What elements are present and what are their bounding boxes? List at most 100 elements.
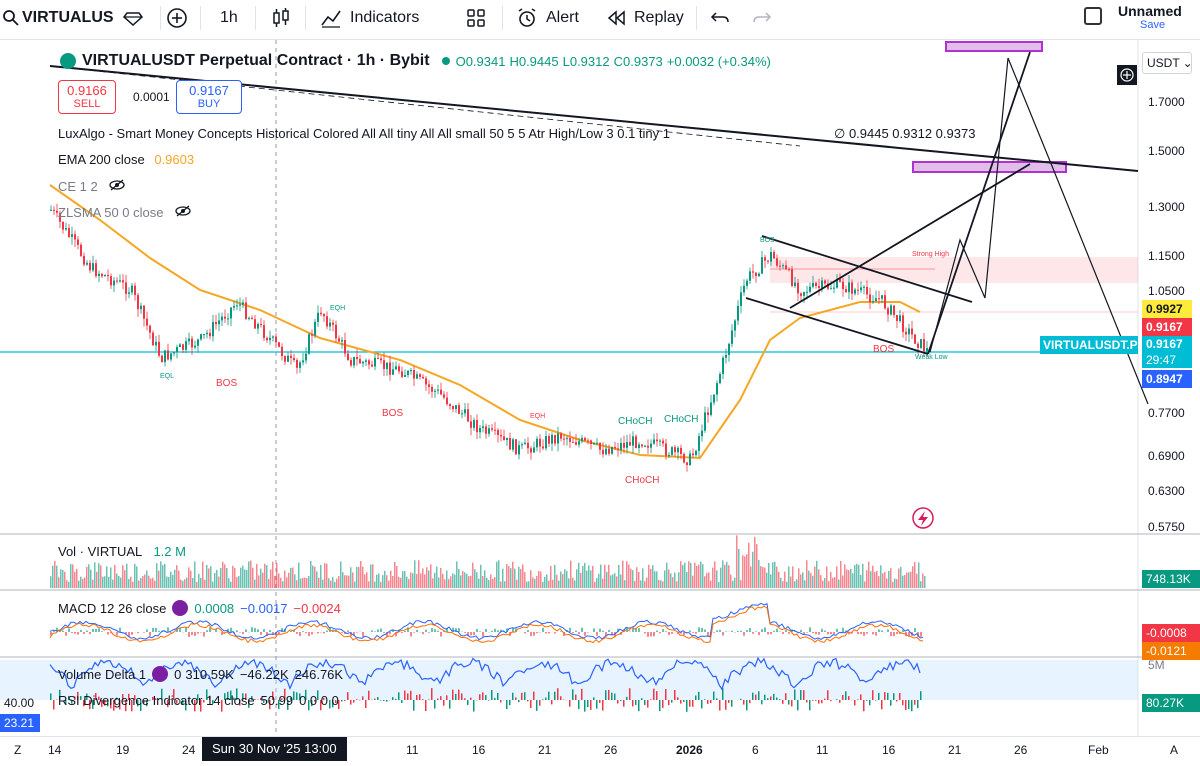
macd-histogram-bar — [659, 632, 661, 634]
volume-legend[interactable]: Vol · VIRTUAL 1.2 M — [58, 544, 186, 559]
undo-icon — [710, 9, 730, 27]
indicators-button[interactable]: Indicators — [320, 0, 419, 36]
rsi-legend[interactable]: RSI Divergence Indicator 14 close 50.99 … — [58, 693, 339, 708]
alert-button[interactable]: Alert — [516, 0, 579, 36]
save-link[interactable]: Save — [1140, 18, 1165, 32]
delta-bar — [404, 690, 406, 700]
volume-bar — [174, 569, 176, 588]
layout-checkbox[interactable] — [1084, 7, 1102, 25]
volume-bar — [918, 562, 920, 588]
settings-gear-icon[interactable] — [152, 666, 169, 682]
macd-histogram-bar — [155, 627, 157, 632]
macd-histogram-bar — [668, 632, 670, 635]
volume-bar — [170, 571, 172, 588]
volume-bar — [804, 580, 806, 588]
macd-histogram-bar — [53, 631, 55, 632]
layouts-button[interactable] — [466, 0, 486, 36]
macd-histogram-bar — [806, 632, 808, 633]
add-symbol-button[interactable] — [166, 0, 188, 36]
macd-histogram-bar — [434, 629, 436, 632]
volume-delta-legend[interactable]: Volume Delta 1 0 310.59K −46.22K 246.76K — [58, 666, 343, 682]
volume-bar — [388, 580, 390, 588]
volume-bar — [550, 565, 552, 588]
ema-legend[interactable]: EMA 200 close 0.9603 — [58, 152, 194, 167]
volume-bar — [320, 565, 322, 588]
delta-bar — [542, 699, 544, 700]
buy-button[interactable]: 0.9167 BUY — [176, 80, 242, 114]
volume-bar — [410, 572, 412, 588]
sell-button[interactable]: 0.9166 SELL — [58, 80, 116, 114]
candle-body — [494, 429, 496, 431]
volume-bar — [884, 572, 886, 588]
volume-bar — [240, 567, 242, 588]
volume-bar — [418, 560, 420, 588]
hidden-eye-icon[interactable] — [108, 178, 126, 195]
ce-legend[interactable]: CE 1 2 — [58, 178, 126, 195]
volume-bar — [752, 551, 754, 588]
time-tick: 21 — [538, 743, 552, 757]
delta-bar — [596, 700, 598, 709]
diamond-icon[interactable] — [122, 9, 144, 27]
redo-button[interactable] — [752, 0, 772, 36]
luxalgo-legend[interactable]: LuxAlgo - Smart Money Concepts Historica… — [58, 126, 670, 141]
auto-scale-button[interactable]: A — [1170, 743, 1178, 757]
volume-bar — [360, 560, 362, 588]
delta-bar — [464, 698, 466, 700]
chart-canvas[interactable]: Strong High Weak Low BOS BOS BOS CHoCH C… — [0, 40, 1200, 736]
candle-body — [737, 305, 739, 321]
lightning-icon[interactable] — [912, 507, 934, 529]
volume-bar — [864, 581, 866, 588]
delta-bar — [416, 694, 418, 700]
candle-body — [719, 373, 721, 384]
volume-bar — [508, 566, 510, 588]
volume-bar — [862, 563, 864, 588]
add-price-level-button[interactable] — [1117, 65, 1137, 85]
replay-button[interactable]: Replay — [606, 0, 684, 36]
delta-bar — [680, 700, 682, 704]
macd-histogram-bar — [812, 632, 814, 634]
delta-bar — [755, 694, 757, 700]
volume-bar — [596, 578, 598, 588]
volume-bar — [684, 562, 686, 588]
candle-body — [662, 440, 664, 444]
delta-bar — [656, 691, 658, 700]
volume-bar — [478, 578, 480, 588]
volume-bar — [406, 576, 408, 588]
candle-body — [566, 438, 568, 440]
delta-bar — [821, 700, 823, 704]
time-axis[interactable]: Z 14 19 24 Sun 30 Nov '25 13:00 11 16 21… — [0, 736, 1200, 766]
volume-bar — [896, 579, 898, 588]
macd-histogram-bar — [485, 628, 487, 632]
zlsma-legend[interactable]: ZLSMA 50 0 close — [58, 204, 192, 221]
candle-body — [581, 437, 583, 442]
price-tag-upper: 0.9927 — [1142, 300, 1192, 318]
volume-bar — [196, 581, 198, 588]
volume-bar — [150, 578, 152, 588]
hidden-eye-icon[interactable] — [174, 204, 192, 221]
candle-body — [317, 312, 319, 322]
symbol-search[interactable]: VIRTUALUS — [0, 0, 156, 36]
chart-type-button[interactable] — [270, 0, 292, 36]
volume-bar — [242, 565, 244, 588]
currency-selector[interactable]: USDT ⌄ — [1142, 52, 1193, 74]
candle-body — [362, 361, 364, 364]
macd-histogram-bar — [482, 632, 484, 637]
macd-histogram-bar — [548, 632, 550, 634]
delta-bar — [437, 698, 439, 700]
delta-bar — [488, 700, 490, 701]
settings-gear-icon[interactable] — [172, 600, 189, 616]
volume-bar — [544, 576, 546, 588]
volume-bar — [126, 563, 128, 588]
macd-legend[interactable]: MACD 12 26 close 0.0008 −0.0017 −0.0024 — [58, 600, 341, 616]
macd-histogram-bar — [644, 632, 646, 634]
undo-button[interactable] — [710, 0, 730, 36]
ohlc-close: C0.9373 — [613, 53, 663, 69]
volume-bar — [762, 566, 764, 588]
candle-body — [296, 359, 298, 368]
volume-bar — [80, 576, 82, 588]
candle-body — [710, 402, 712, 416]
delta-bar — [479, 694, 481, 700]
volume-bar — [332, 577, 334, 588]
volume-bar — [458, 569, 460, 588]
interval-button[interactable]: 1h — [220, 0, 238, 36]
